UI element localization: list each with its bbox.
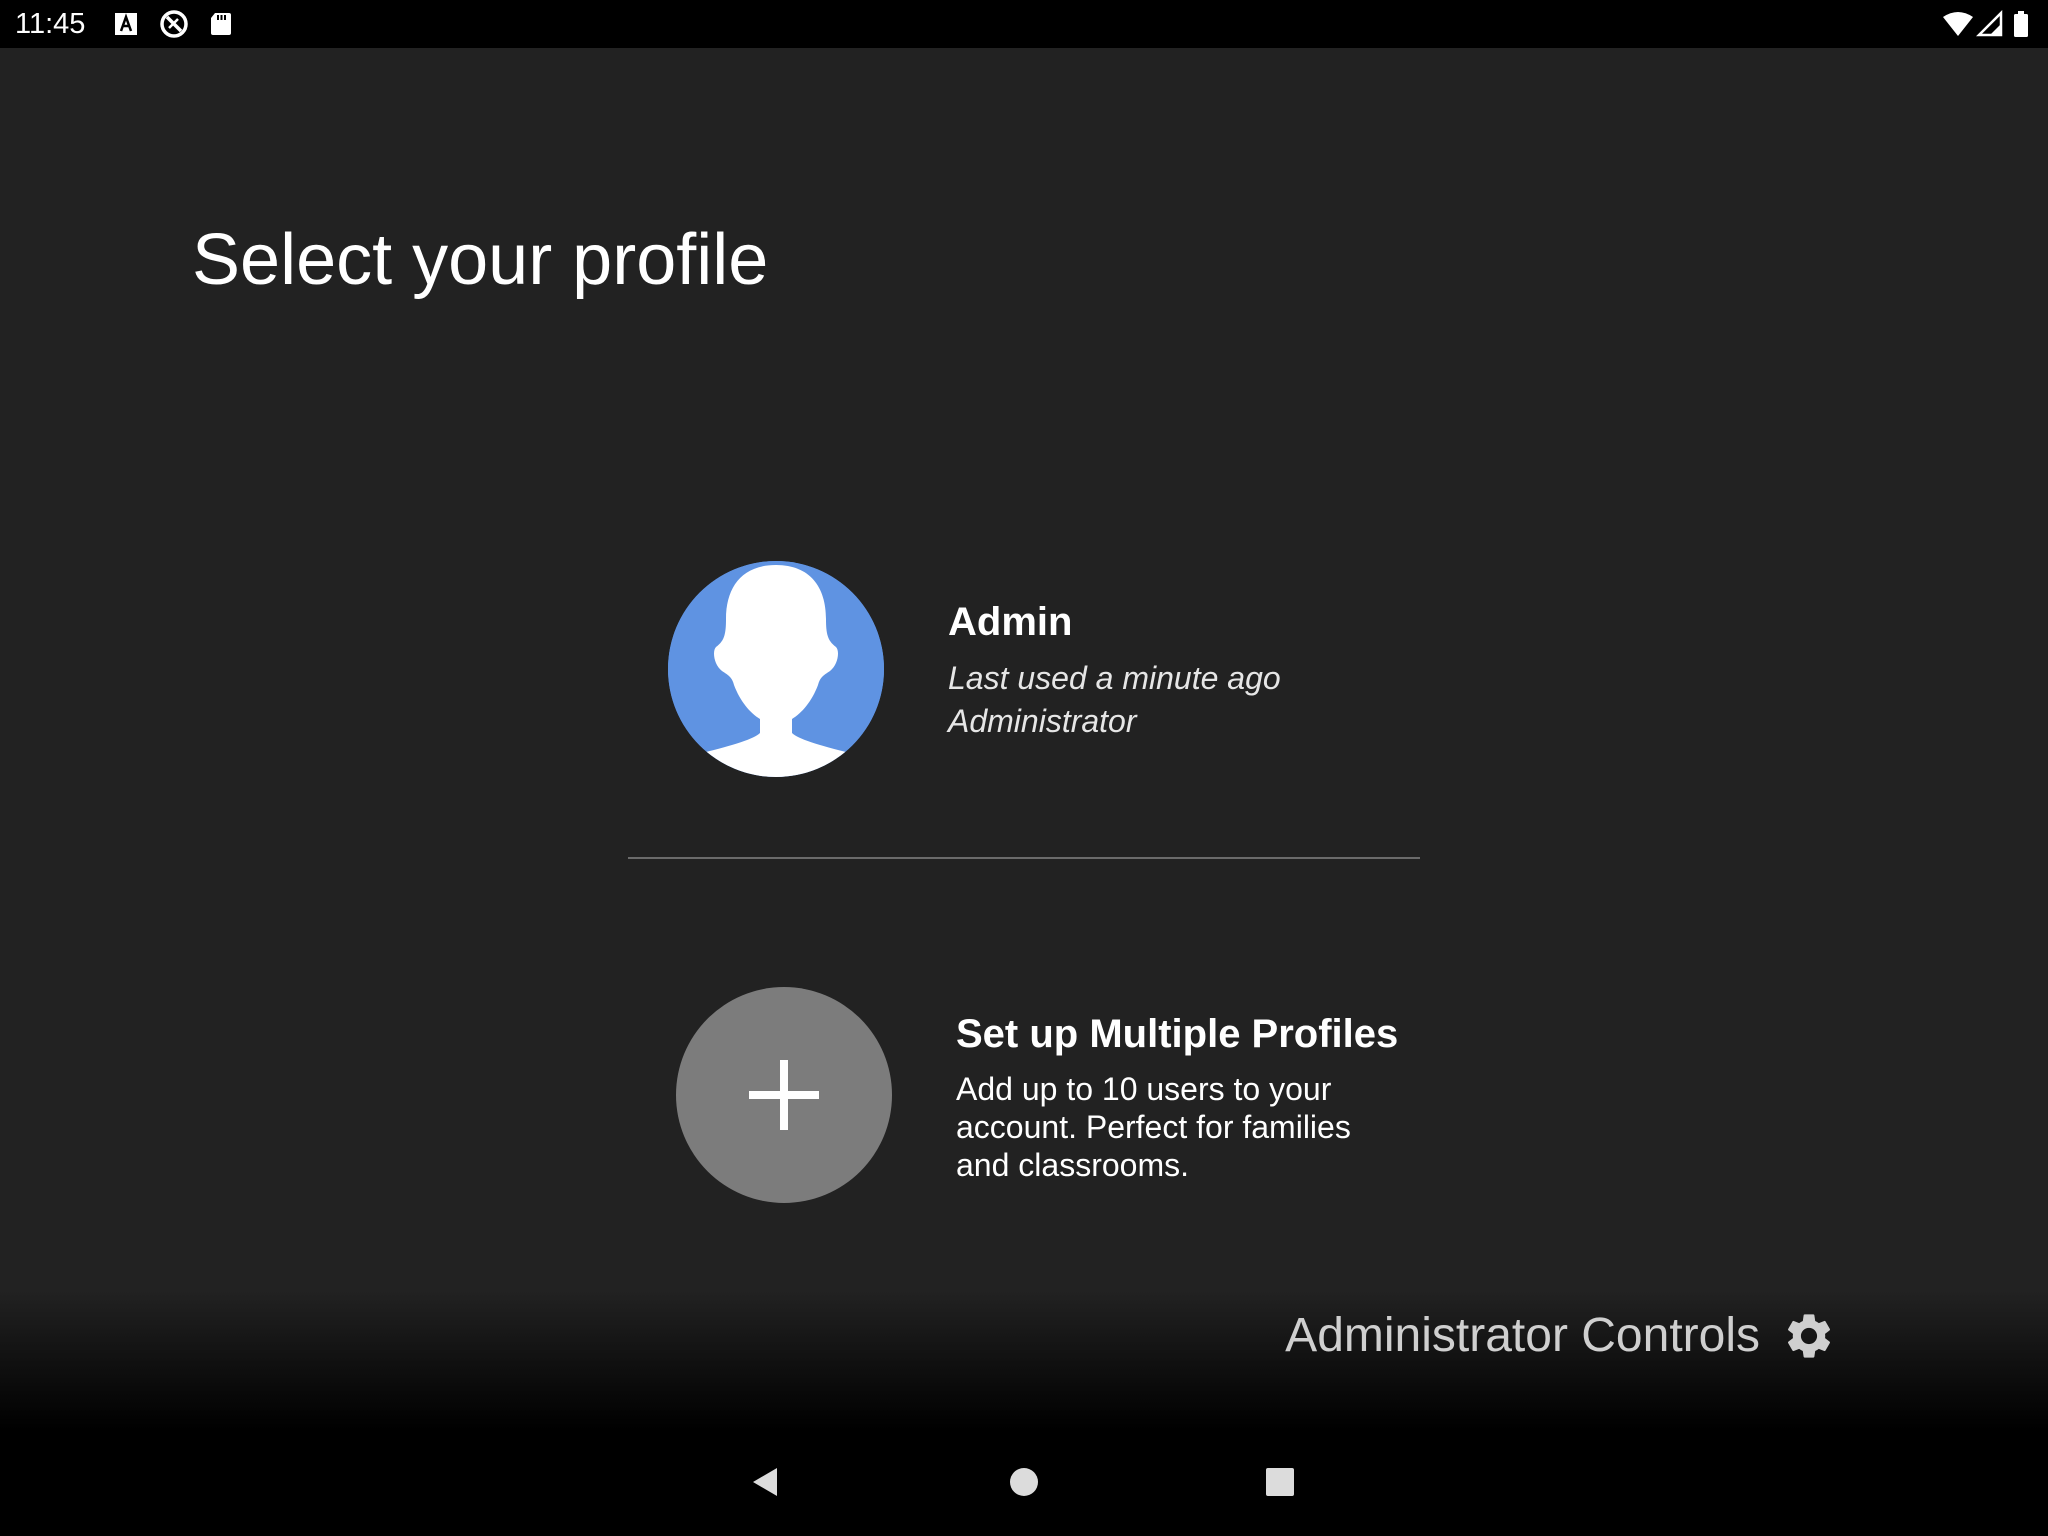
page-title: Select your profile: [192, 220, 769, 300]
setup-title: Set up Multiple Profiles: [956, 1012, 1399, 1056]
add-profile-button[interactable]: [676, 987, 892, 1203]
recents-icon[interactable]: [1248, 1450, 1312, 1514]
cell-signal-icon: [1976, 10, 2004, 38]
back-icon[interactable]: [733, 1450, 797, 1514]
administrator-controls-button[interactable]: Administrator Controls: [1285, 1304, 1836, 1368]
profile-name: Admin: [948, 600, 1073, 644]
profile-role: Administrator: [948, 703, 1137, 739]
home-icon[interactable]: [992, 1450, 1056, 1514]
wifi-icon: [1942, 10, 1974, 38]
no-sync-icon: [158, 8, 190, 40]
profile-card-admin[interactable]: Admin Last used a minute ago Administrat…: [628, 540, 1420, 780]
setup-multiple-profiles-card[interactable]: Set up Multiple Profiles Add up to 10 us…: [628, 970, 1420, 1220]
plus-icon: [749, 1060, 819, 1130]
battery-icon: [2012, 10, 2030, 38]
navigation-bar: [0, 1430, 2048, 1536]
administrator-controls-label: Administrator Controls: [1285, 1309, 1760, 1362]
sd-card-icon: [207, 10, 235, 38]
profile-last-used: Last used a minute ago: [948, 660, 1281, 696]
avatar[interactable]: [668, 561, 884, 777]
text-a-icon: [112, 10, 140, 38]
person-silhouette-icon: [668, 561, 884, 777]
status-bar: 11:45: [0, 0, 2048, 48]
divider: [628, 857, 1420, 859]
status-time: 11:45: [15, 8, 86, 40]
setup-description: Add up to 10 users to your account. Perf…: [956, 1071, 1351, 1183]
screen: 11:45 Select your profile Admin Last use…: [0, 0, 2048, 1536]
gear-icon: [1787, 1314, 1831, 1358]
